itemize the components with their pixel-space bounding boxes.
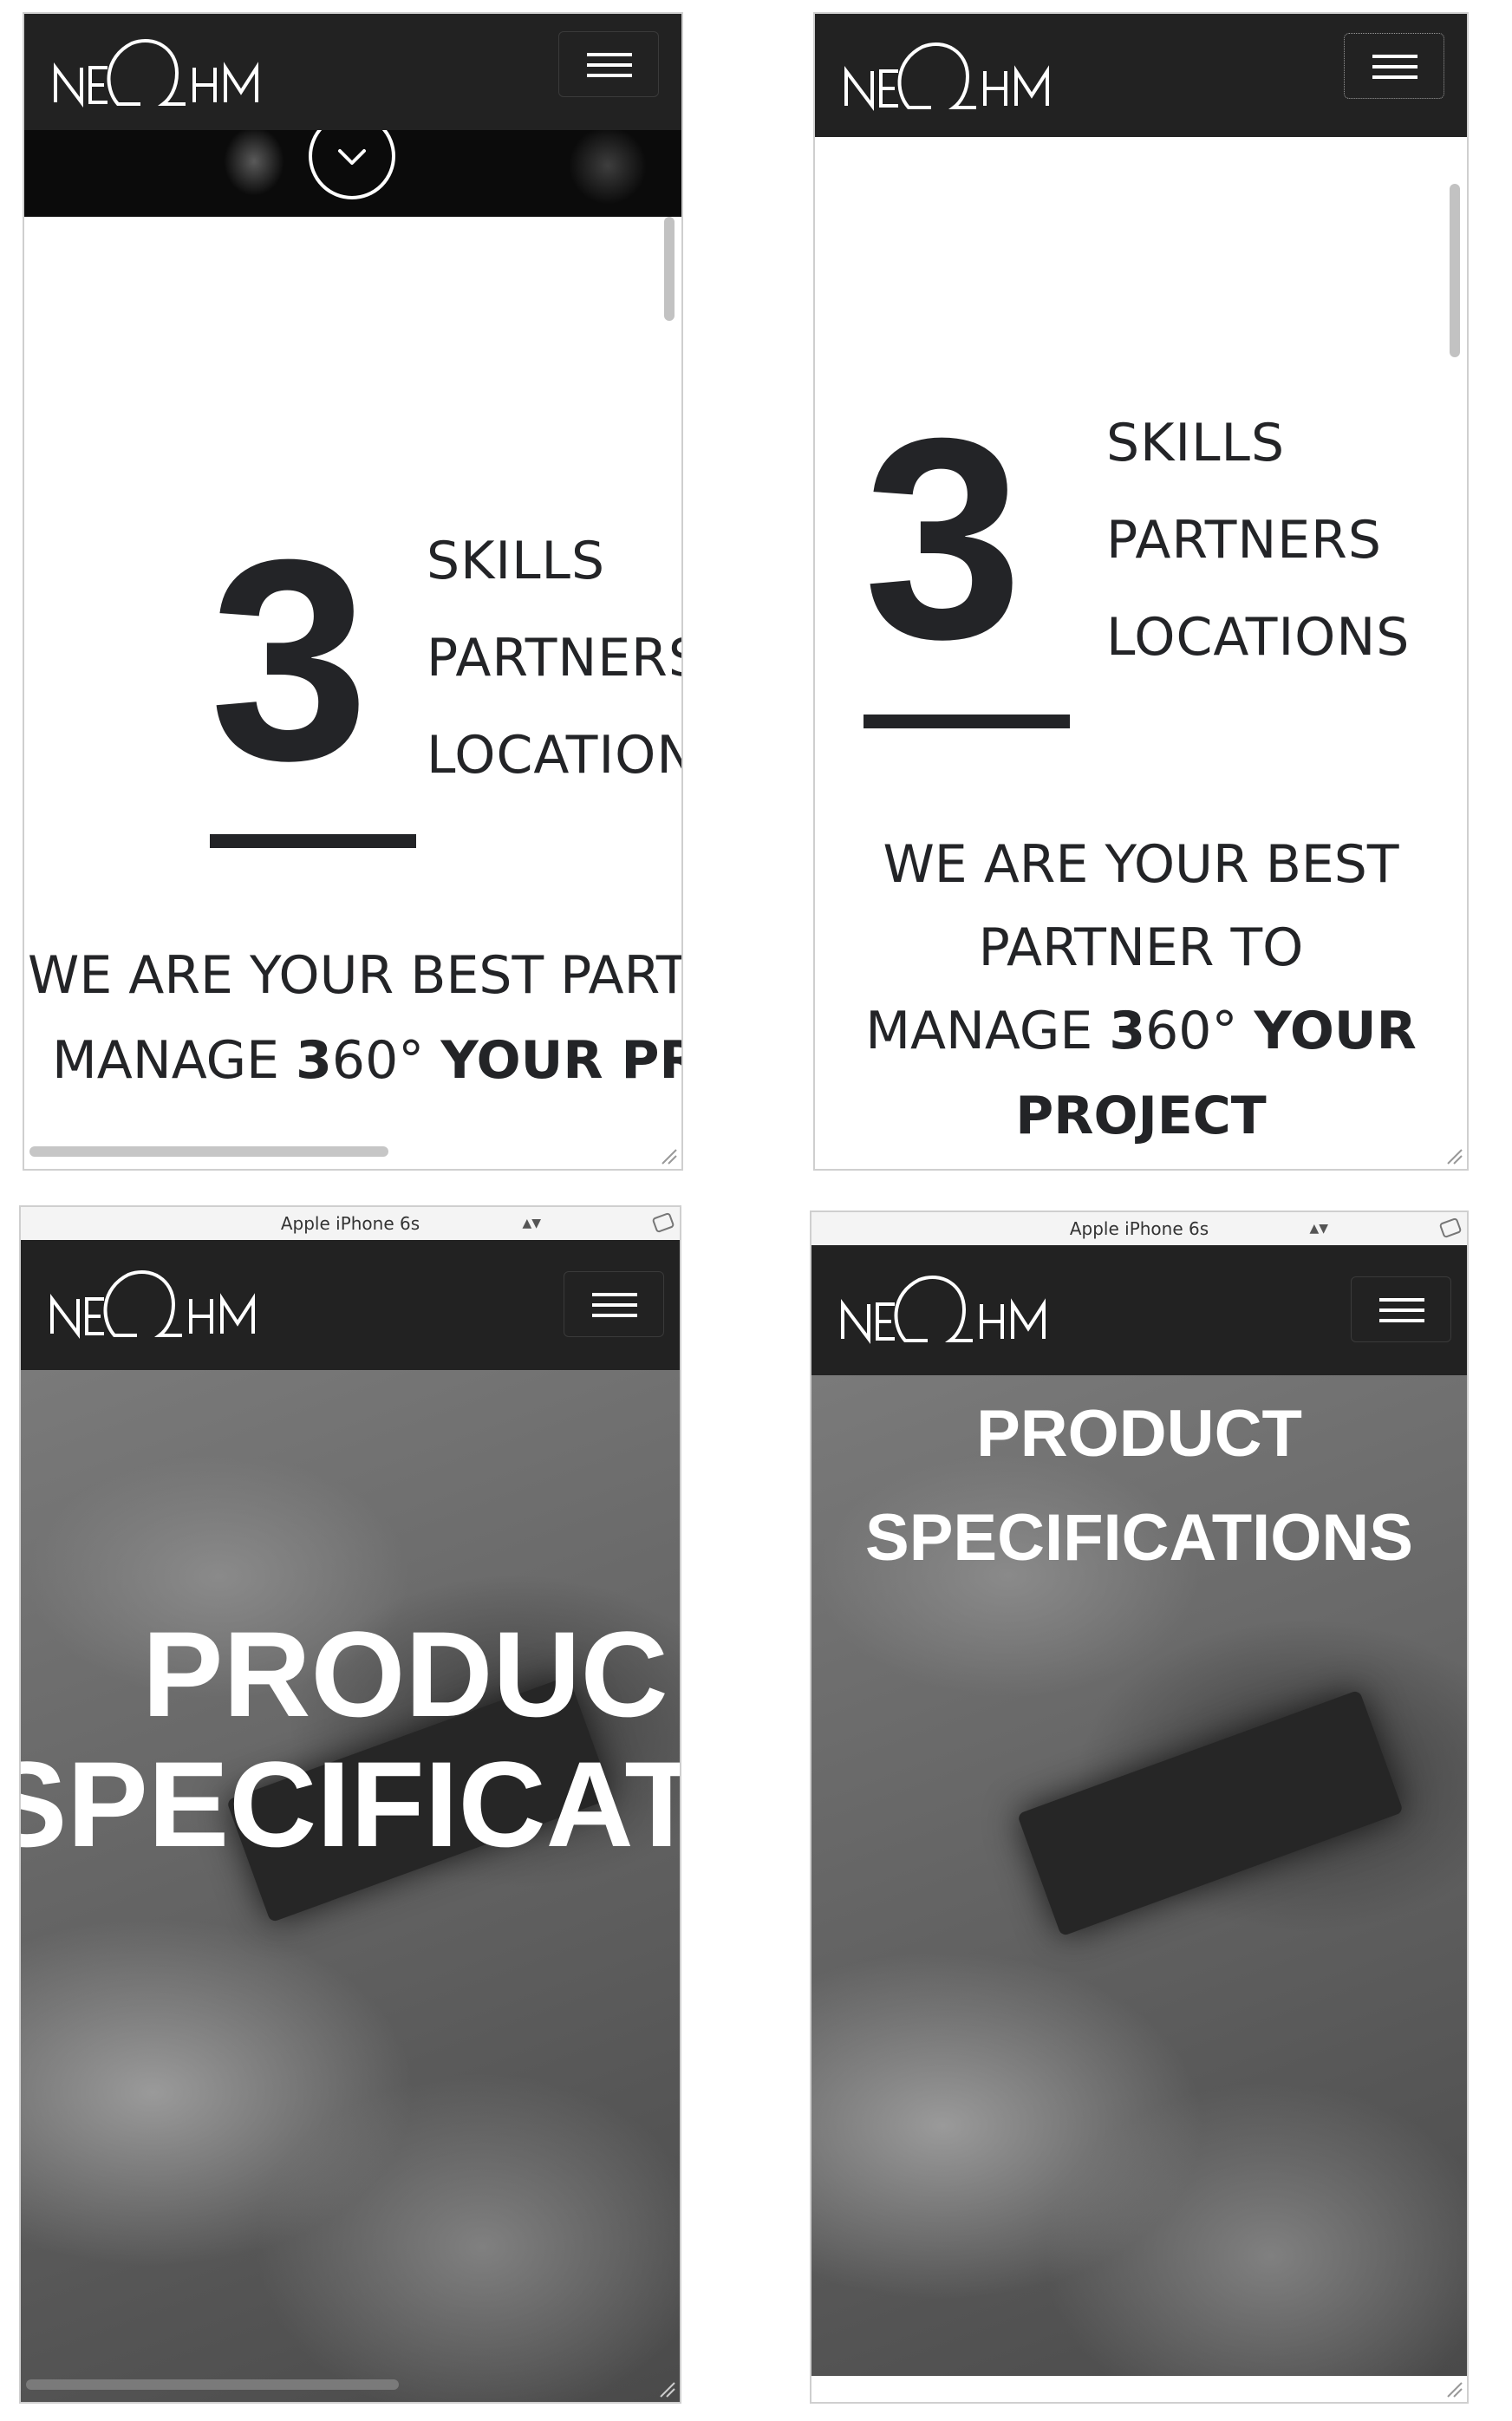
menu-toggle-button[interactable] — [1351, 1276, 1451, 1342]
navbar — [815, 14, 1467, 137]
hero-title-line-1: PRODUC — [142, 1606, 668, 1742]
menu-toggle-button[interactable] — [1344, 33, 1444, 99]
tagline-line-2: PARTNER TO — [978, 917, 1304, 978]
stat-label-skills: SKILLS — [1106, 413, 1286, 473]
horizontal-scrollbar[interactable] — [29, 1146, 388, 1157]
horizontal-scrollbar[interactable] — [26, 2379, 399, 2390]
tagline-line-2: MANAGE 360° YOUR PR — [52, 1030, 683, 1091]
rotate-device-icon[interactable] — [1438, 1217, 1463, 1239]
hamburger-menu-icon — [1379, 1298, 1424, 1302]
tagline-line-4: PROJECT — [1015, 1086, 1267, 1146]
panel-stats-cropped: 3 SKILLS PARTNERS LOCATIONS WE ARE YOUR … — [23, 12, 683, 1171]
hero-background-circuit-board: PRODUCT SPECIFICATIONS — [811, 1375, 1467, 2376]
resize-handle-icon[interactable] — [1444, 2379, 1463, 2398]
neohm-logo[interactable] — [50, 31, 276, 121]
stat-label-locations: LOCATIONS — [1106, 607, 1411, 668]
device-dropdown-icon[interactable]: ▲▼ — [1309, 1212, 1328, 1245]
panel-hero-cropped: Apple iPhone 6s ▲▼ PRODUC SPECIFICAT — [19, 1205, 681, 2404]
rotate-device-icon[interactable] — [651, 1211, 675, 1234]
stat-number: 3 — [210, 499, 369, 819]
stat-label-skills: SKILLS — [427, 531, 606, 591]
stat-underline — [864, 715, 1070, 728]
stat-underline — [210, 834, 416, 848]
stat-label-partners: PARTNERS — [427, 628, 683, 688]
navbar — [24, 14, 681, 130]
device-selector[interactable]: Apple iPhone 6s — [1070, 1218, 1209, 1239]
resize-handle-icon[interactable] — [659, 1146, 678, 1165]
vertical-scrollbar[interactable] — [664, 217, 675, 321]
navbar — [811, 1245, 1467, 1375]
menu-toggle-button[interactable] — [564, 1271, 664, 1337]
device-toolbar: Apple iPhone 6s ▲▼ — [21, 1207, 680, 1241]
panel-hero-full: Apple iPhone 6s ▲▼ PRODUCT SPECIFICATION… — [810, 1210, 1469, 2404]
hamburger-menu-icon — [592, 1293, 637, 1296]
hamburger-menu-icon — [587, 53, 632, 56]
neohm-logo[interactable] — [47, 1263, 272, 1353]
device-dropdown-icon[interactable]: ▲▼ — [522, 1207, 541, 1240]
resize-handle-icon[interactable] — [1444, 1146, 1463, 1165]
tagline-line-1: WE ARE YOUR BEST — [883, 834, 1399, 895]
hero-title-line-1: PRODUCT — [976, 1397, 1302, 1471]
hamburger-menu-icon — [1372, 55, 1418, 58]
device-toolbar: Apple iPhone 6s ▲▼ — [811, 1212, 1467, 1246]
hero-title-line-2: SPECIFICAT — [21, 1736, 680, 1872]
vertical-scrollbar[interactable] — [1450, 184, 1460, 357]
hero-background-circuit-board: PRODUC SPECIFICAT — [21, 1370, 680, 2402]
navbar — [21, 1240, 680, 1370]
tagline-line-1: WE ARE YOUR BEST PART — [28, 945, 683, 1006]
tagline-line-3: MANAGE 360° YOUR — [865, 1001, 1417, 1061]
device-selector[interactable]: Apple iPhone 6s — [281, 1213, 420, 1234]
panel-stats-full: 3 SKILLS PARTNERS LOCATIONS WE ARE YOUR … — [813, 12, 1469, 1171]
neohm-logo[interactable] — [837, 1268, 1063, 1358]
stat-label-partners: PARTNERS — [1106, 510, 1382, 571]
hero-title-line-2: SPECIFICATIONS — [865, 1501, 1413, 1575]
resize-handle-icon[interactable] — [657, 2379, 676, 2398]
stat-number: 3 — [864, 378, 1023, 698]
menu-toggle-button[interactable] — [558, 31, 659, 97]
neohm-logo[interactable] — [841, 35, 1066, 125]
stat-label-locations: LOCATIONS — [427, 725, 681, 786]
